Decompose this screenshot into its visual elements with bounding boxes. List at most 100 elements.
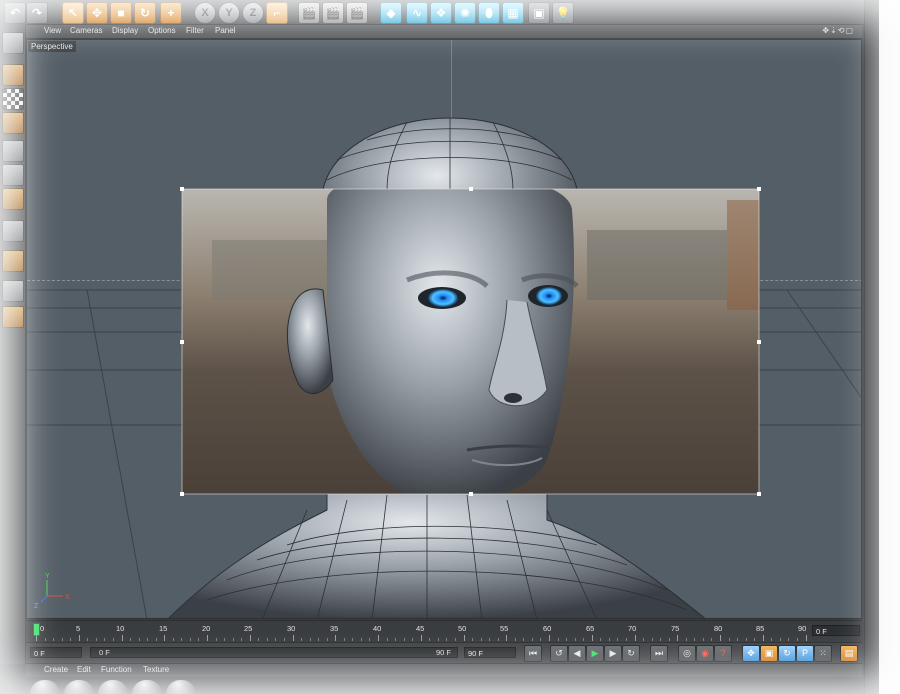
timeline-frame-mark — [600, 638, 602, 641]
timeline-frame-mark — [360, 638, 362, 641]
material-swatch[interactable] — [98, 680, 128, 694]
timeline-frame-mark — [155, 638, 157, 641]
menu-texture[interactable]: Texture — [143, 665, 169, 674]
previous-frame-button[interactable]: ◀ — [568, 645, 586, 662]
film-icon: ▤ — [844, 648, 854, 658]
next-key-button[interactable]: ↻ — [622, 645, 640, 662]
solo-button[interactable] — [2, 306, 24, 328]
parameter-key-button[interactable]: P — [796, 645, 814, 662]
viewport-navigation-icons[interactable]: ✥⇣⟲▢ — [822, 26, 854, 35]
timeline-window-button[interactable]: ▤ — [840, 645, 858, 662]
timeline-frame-mark — [805, 635, 807, 641]
move-icon: ✥ — [91, 6, 103, 20]
menu-panel[interactable]: Panel — [215, 26, 235, 35]
y-axis-button[interactable]: Y — [218, 2, 240, 24]
timeline-frame-mark — [745, 638, 747, 641]
make-editable-button[interactable] — [2, 32, 24, 54]
go-to-start-button[interactable]: ⏮ — [524, 645, 542, 662]
menu-view[interactable]: View — [44, 26, 61, 35]
play-button[interactable]: ▶ — [586, 645, 604, 662]
add-spline-button[interactable]: ∿ — [406, 2, 428, 24]
play-icon: ▶ — [591, 648, 599, 658]
points-mode-button[interactable] — [2, 140, 24, 162]
timeline-frame-mark — [788, 638, 790, 641]
menu-filter[interactable]: Filter — [186, 26, 204, 35]
object-manager-strip[interactable] — [864, 0, 879, 694]
snap-button[interactable] — [2, 280, 24, 302]
keyframe-selection-button[interactable]: ? — [714, 645, 732, 662]
render-settings-button[interactable]: 🎬 — [346, 2, 368, 24]
transport-bar: 0 F 0 F 90 F 90 F ⏮ ↺ ◀ ▶ ▶ ↻ ⏭ ◎ ◉ ? ✥ … — [26, 642, 862, 663]
live-selection-button[interactable]: ↖ — [62, 2, 84, 24]
previous-key-button[interactable]: ↺ — [550, 645, 568, 662]
polygons-mode-button[interactable] — [2, 188, 24, 210]
coordinate-system-button[interactable]: ⌐ — [266, 2, 288, 24]
x-axis-button[interactable]: X — [194, 2, 216, 24]
edges-mode-button[interactable] — [2, 164, 24, 186]
perspective-viewport[interactable]: Perspective Y X Z — [26, 39, 862, 619]
recent-tools-button[interactable]: + — [160, 2, 182, 24]
timeline-frame-mark — [557, 638, 559, 641]
timeline-frame-mark — [258, 638, 260, 641]
timeline-frame-mark — [309, 638, 311, 641]
timeline-ruler[interactable]: 0 5 10 15 20 25 30 35 40 45 50 55 60 65 … — [26, 620, 862, 643]
timeline-frame-mark — [549, 635, 550, 641]
position-key-button[interactable]: ✥ — [742, 645, 760, 662]
menu-create[interactable]: Create — [44, 665, 68, 674]
add-array-button[interactable]: ✺ — [454, 2, 476, 24]
end-frame-field[interactable]: 90 F — [464, 647, 516, 658]
record-keys-button[interactable]: ◎ — [678, 645, 696, 662]
go-to-end-button[interactable]: ⏭ — [650, 645, 668, 662]
scale-key-button[interactable]: ▣ — [760, 645, 778, 662]
point-level-button[interactable]: ⁙ — [814, 645, 832, 662]
timeline-frame-mark — [44, 638, 46, 641]
render-view-button[interactable]: 🎬 — [298, 2, 320, 24]
step-back-icon: ◀ — [573, 648, 581, 658]
menu-cameras[interactable]: Cameras — [70, 26, 102, 35]
material-swatch[interactable] — [64, 680, 94, 694]
add-light-button[interactable]: 💡 — [552, 2, 574, 24]
timeline-frame-mark — [198, 638, 200, 641]
material-swatch[interactable] — [132, 680, 162, 694]
timeline-frame-mark — [369, 638, 371, 641]
timeline-frame-mark — [771, 638, 773, 641]
add-deformer-button[interactable]: ⬮ — [478, 2, 500, 24]
timeline-frame-mark — [403, 638, 405, 641]
preview-range-slider[interactable]: 0 F 90 F — [90, 647, 458, 658]
material-swatch[interactable] — [30, 680, 60, 694]
model-mode-button[interactable] — [2, 64, 24, 86]
texture-mode-button[interactable] — [2, 88, 24, 110]
menu-edit[interactable]: Edit — [77, 665, 91, 674]
rotation-key-button[interactable]: ↻ — [778, 645, 796, 662]
timeline-frame-mark — [181, 638, 183, 641]
menu-options[interactable]: Options — [148, 26, 176, 35]
current-frame-field[interactable]: 0 F — [812, 625, 860, 636]
undo-button[interactable]: ↶ — [4, 2, 26, 24]
add-nurbs-button[interactable]: ❖ — [430, 2, 452, 24]
material-swatch[interactable] — [166, 680, 196, 694]
workplane-button[interactable] — [2, 112, 24, 134]
autokey-button[interactable]: ◉ — [696, 645, 714, 662]
timeline-frame-mark — [130, 638, 132, 641]
redo-button[interactable]: ↷ — [26, 2, 48, 24]
start-frame-field[interactable]: 0 F — [30, 647, 82, 658]
menu-function[interactable]: Function — [101, 665, 132, 674]
add-camera-button[interactable]: ▣ — [528, 2, 550, 24]
rotate-tool-button[interactable]: ↻ — [134, 2, 156, 24]
move-tool-button[interactable]: ✥ — [86, 2, 108, 24]
timeline-frame-mark — [668, 638, 670, 641]
add-cube-button[interactable]: ◆ — [380, 2, 402, 24]
timeline-frame-mark — [574, 638, 576, 641]
axis-mode-button[interactable] — [2, 220, 24, 242]
z-axis-button[interactable]: Z — [242, 2, 264, 24]
timeline-tick: 75 — [671, 624, 680, 633]
timeline-frame-mark — [796, 638, 798, 641]
render-picture-viewer-button[interactable]: 🎬 — [322, 2, 344, 24]
next-frame-button[interactable]: ▶ — [604, 645, 622, 662]
light-bulb-icon: 💡 — [555, 6, 571, 20]
menu-display[interactable]: Display — [112, 26, 138, 35]
timeline-tick: 80 — [714, 624, 723, 633]
tweak-mode-button[interactable] — [2, 250, 24, 272]
add-floor-button[interactable]: ▦ — [502, 2, 524, 24]
scale-tool-button[interactable]: ■ — [110, 2, 132, 24]
